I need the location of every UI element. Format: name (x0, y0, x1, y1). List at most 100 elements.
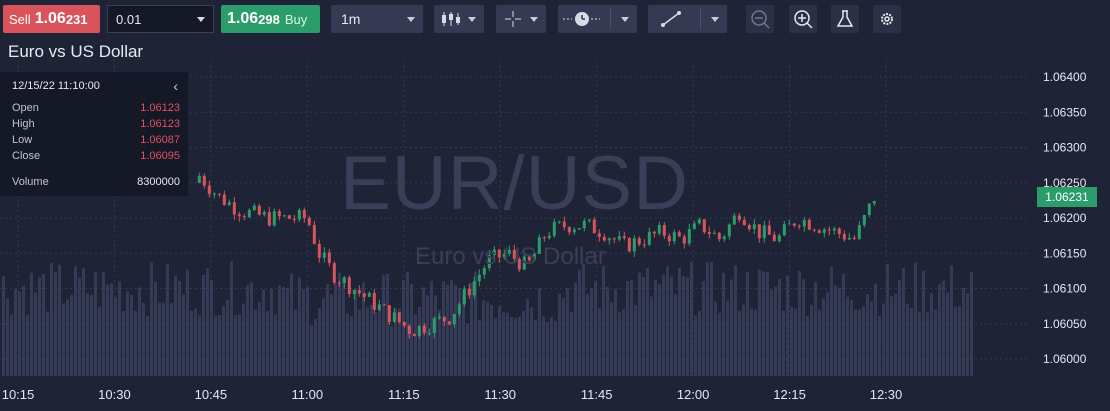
info-value: 1.06123 (140, 102, 180, 114)
volume-bar (258, 302, 261, 376)
info-row-open: Open 1.06123 (12, 102, 180, 114)
volume-bar (810, 304, 813, 376)
y-tick-label: 1.06150 (1043, 246, 1087, 260)
volume-bar (646, 268, 649, 376)
info-datetime: 12/15/22 11:10:00 (12, 80, 100, 92)
volume-bar (490, 305, 493, 376)
volume-bar (954, 306, 957, 376)
candle-body (667, 235, 671, 242)
volume-bar (294, 309, 297, 376)
volume-bar (230, 261, 233, 376)
volume-bar (266, 310, 269, 376)
volume-bar (446, 284, 449, 376)
volume-bar (406, 271, 409, 376)
candle-body (542, 237, 546, 239)
volume-bar (174, 276, 177, 376)
candle-body (402, 322, 406, 326)
volume-bar (654, 279, 657, 376)
volume-bar (70, 294, 73, 376)
volume-bar (538, 288, 541, 376)
candle-body (217, 193, 221, 195)
candle-body (547, 235, 551, 239)
volume-bar (414, 314, 417, 376)
volume-bar (870, 301, 873, 376)
volume-bar (730, 279, 733, 376)
volume-bar (854, 309, 857, 376)
volume-bar (806, 315, 809, 376)
volume-bar (190, 310, 193, 376)
volume-bar (778, 278, 781, 376)
volume-bar (826, 292, 829, 376)
candle-body (827, 229, 831, 231)
candle-body (287, 215, 291, 219)
volume-bar (938, 284, 941, 376)
volume-bar (118, 281, 121, 376)
volume-bar (574, 282, 577, 376)
volume-bar (610, 302, 613, 376)
candle-body (292, 218, 296, 220)
candle-body (257, 205, 261, 215)
ohlc-info-panel: 12/15/22 11:10:00 ‹ Open 1.06123 High 1.… (0, 72, 188, 196)
candle-body (842, 233, 846, 240)
candle-body (712, 232, 716, 234)
volume-bar (578, 269, 581, 376)
volume-bar (334, 283, 337, 376)
volume-bar (66, 299, 69, 376)
volume-bar (454, 284, 457, 376)
volume-bar (442, 281, 445, 376)
volume-bar (966, 293, 969, 376)
candle-body (697, 219, 701, 224)
chevron-left-icon[interactable]: ‹ (173, 78, 178, 94)
volume-bar (282, 287, 285, 376)
volume-bar (522, 310, 525, 376)
volume-bar (818, 309, 821, 376)
volume-bar (518, 316, 521, 376)
info-label: High (12, 118, 35, 130)
candle-body (872, 200, 876, 204)
volume-bar (322, 298, 325, 376)
volume-bar (182, 294, 185, 376)
volume-bar (50, 262, 53, 376)
volume-bar (586, 293, 589, 376)
candle-body (577, 228, 581, 230)
volume-bar (738, 310, 741, 376)
volume-bar (762, 271, 765, 376)
volume-bar (302, 289, 305, 376)
candle-body (762, 225, 766, 239)
volume-bar (862, 306, 865, 376)
candle-body (717, 232, 721, 240)
candle-body (467, 288, 471, 296)
candle-body (202, 175, 206, 186)
volume-bar (798, 271, 801, 376)
volume-bar (130, 295, 133, 376)
volume-bar (674, 294, 677, 376)
volume-bar (602, 265, 605, 376)
candle-body (677, 232, 681, 237)
volume-bar (154, 281, 157, 376)
volume-bar (690, 262, 693, 376)
volume-bar (622, 309, 625, 376)
volume-bar (714, 301, 717, 376)
current-price-tag: 1.06231 (1037, 187, 1097, 207)
volume-bar (542, 316, 545, 376)
volume-bar (186, 269, 189, 376)
volume-bar (678, 267, 681, 376)
candle-body (722, 236, 726, 240)
volume-bar (178, 281, 181, 376)
volume-bar (790, 307, 793, 376)
info-label: Close (12, 150, 41, 162)
volume-bar (30, 272, 33, 376)
candle-body (222, 194, 226, 205)
volume-bar (310, 325, 313, 376)
candle-body (692, 223, 696, 229)
volume-bar (22, 285, 25, 376)
volume-bar (2, 276, 5, 376)
candle-body (357, 290, 361, 294)
volume-bar (638, 272, 641, 376)
x-tick-label: 10:15 (2, 387, 35, 402)
volume-bar (890, 296, 893, 376)
candle-body (412, 333, 416, 337)
info-row-volume: Volume 8300000 (12, 176, 180, 188)
volume-bar (270, 288, 273, 376)
volume-bar (262, 289, 265, 376)
